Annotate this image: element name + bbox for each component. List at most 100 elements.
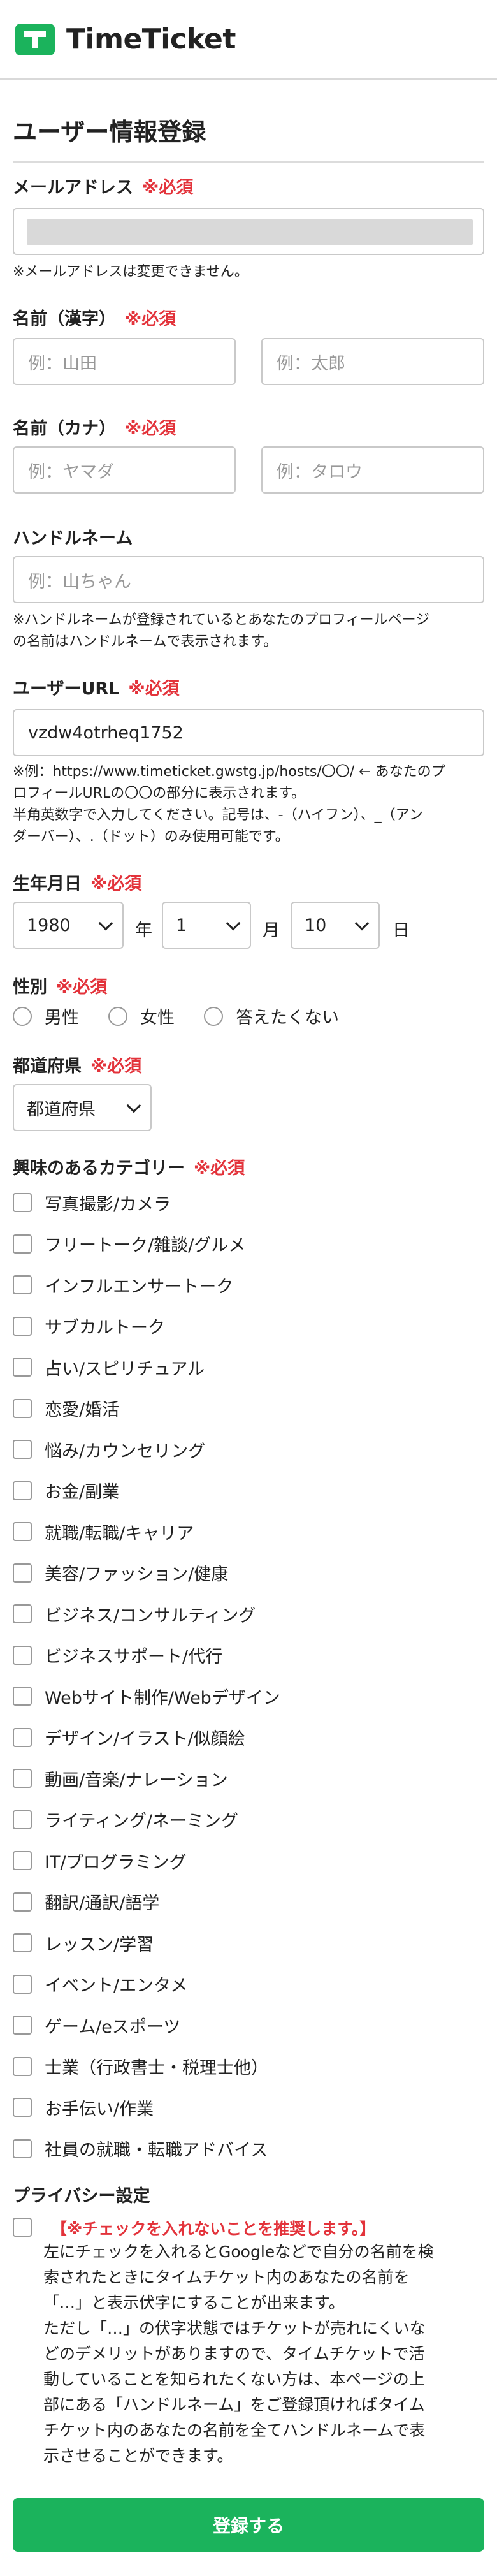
handle-label-text: ハンドルネーム (13, 529, 133, 548)
handle-input[interactable]: 例：山ちゃん (13, 556, 484, 603)
category-item[interactable]: お手伝い/作業 (13, 2095, 154, 2120)
birth-year-value: 1980 (27, 915, 71, 935)
category-item[interactable]: 動画/音楽/ナレーション (13, 1766, 228, 1791)
chevron-down-icon (126, 1098, 141, 1113)
gender-option-male[interactable]: 男性 (13, 1004, 79, 1028)
category-checkbox[interactable] (13, 1275, 32, 1294)
handle-note-1: ※ハンドルネームが登録されているとあなたのプロフィールページ (13, 612, 430, 628)
logo-text[interactable]: TimeTicket (66, 23, 236, 55)
radio-button[interactable] (204, 1006, 223, 1026)
last-name-kanji-input[interactable]: 例：山田 (13, 338, 236, 385)
gender-option-label: 答えたくない (236, 1008, 339, 1028)
birth-month-select[interactable]: 1 (162, 902, 251, 949)
category-item[interactable]: イベント/エンタメ (13, 1972, 187, 1997)
category-item[interactable]: 占い/スピリチュアル (13, 1354, 205, 1380)
category-checkbox[interactable] (13, 1687, 32, 1706)
category-item[interactable]: ライティング/ネーミング (13, 1807, 238, 1833)
category-checkbox[interactable] (13, 1440, 32, 1459)
month-unit: 月 (263, 921, 280, 940)
email-field[interactable] (13, 208, 484, 255)
category-checkbox[interactable] (13, 1810, 32, 1829)
category-checkbox[interactable] (13, 1193, 32, 1212)
category-checkbox[interactable] (13, 1851, 32, 1870)
email-label-text: メールアドレス (13, 178, 133, 198)
category-checkbox[interactable] (13, 1933, 32, 1952)
privacy-checkbox[interactable] (13, 2218, 32, 2237)
category-checkbox[interactable] (13, 1358, 32, 1377)
birth-year-select[interactable]: 1980 (13, 902, 124, 949)
category-label: インフルエンサートーク (45, 1277, 234, 1297)
radio-button[interactable] (13, 1006, 32, 1026)
required-mark: ※必須 (90, 1057, 142, 1076)
gender-option-no-answer[interactable]: 答えたくない (204, 1004, 339, 1028)
privacy-line: 示させることができます。 (43, 2447, 233, 2465)
category-item[interactable]: 恋愛/婚活 (13, 1396, 119, 1421)
category-label: お手伝い/作業 (45, 2099, 154, 2119)
category-item[interactable]: 社員の就職・転職アドバイス (13, 2136, 268, 2162)
user-url-note-4: ダーバー）、.（ドット）のみ使用可能です。 (13, 829, 289, 845)
category-item[interactable]: 悩み/カウンセリング (13, 1437, 205, 1462)
category-item[interactable]: インフルエンサートーク (13, 1272, 233, 1298)
category-checkbox[interactable] (13, 1727, 32, 1747)
prefecture-label-text: 都道府県 (13, 1057, 82, 1076)
user-url-note-2: ロフィールURLの〇〇の部分に表示されます。 (13, 786, 306, 801)
category-checkbox[interactable] (13, 1645, 32, 1665)
required-mark: ※必須 (56, 977, 108, 997)
birth-day-select[interactable]: 10 (291, 902, 380, 949)
user-url-input[interactable]: vzdw4otrheq1752 (13, 709, 484, 756)
category-label: 翻訳/通訳/語学 (45, 1894, 160, 1914)
category-checkbox[interactable] (13, 1769, 32, 1788)
category-item[interactable]: IT/プログラミング (13, 1848, 187, 1873)
category-item[interactable]: 就職/転職/キャリア (13, 1519, 194, 1544)
gender-option-label: 女性 (140, 1008, 175, 1028)
prefecture-select[interactable]: 都道府県 (13, 1084, 152, 1131)
category-checkbox[interactable] (13, 1481, 32, 1500)
category-label: 占い/スピリチュアル (45, 1359, 205, 1379)
category-checkbox[interactable] (13, 2056, 32, 2076)
category-label: 社員の就職・転職アドバイス (45, 2141, 268, 2160)
category-item[interactable]: ビジネスサポート/代行 (13, 1643, 222, 1668)
category-checkbox[interactable] (13, 1234, 32, 1254)
category-item[interactable]: Webサイト制作/Webデザイン (13, 1683, 280, 1709)
radio-button[interactable] (108, 1006, 127, 1026)
category-item[interactable]: フリートーク/雑談/グルメ (13, 1231, 245, 1257)
category-item[interactable]: 写真撮影/カメラ (13, 1190, 171, 1215)
category-checkbox[interactable] (13, 1398, 32, 1418)
last-name-kana-input[interactable]: 例：ヤマダ (13, 446, 236, 494)
category-item[interactable]: 美容/ファッション/健康 (13, 1560, 228, 1586)
category-checkbox[interactable] (13, 1522, 32, 1541)
required-mark: ※必須 (125, 309, 176, 329)
category-label: ライティング/ネーミング (45, 1811, 238, 1831)
first-name-kanji-input[interactable]: 例：太郎 (261, 338, 484, 385)
name-kana-label-text: 名前（カナ） (13, 419, 116, 439)
category-item[interactable]: 翻訳/通訳/語学 (13, 1889, 159, 1915)
category-item[interactable]: 士業（行政書士・税理士他） (13, 2054, 268, 2079)
category-item[interactable]: サブカルトーク (13, 1314, 165, 1339)
category-item[interactable]: ゲーム/eスポーツ (13, 2012, 180, 2038)
category-item[interactable]: デザイン/イラスト/似顔絵 (13, 1725, 245, 1750)
category-label: ビジネス/コンサルティング (45, 1606, 256, 1626)
category-item[interactable]: ビジネス/コンサルティング (13, 1601, 256, 1627)
name-kanji-label-text: 名前（漢字） (13, 309, 116, 329)
user-url-label-text: ユーザーURL (13, 679, 120, 699)
category-checkbox[interactable] (13, 2098, 32, 2117)
category-checkbox[interactable] (13, 1892, 32, 1912)
logo-icon[interactable] (15, 23, 55, 55)
day-unit: 日 (393, 921, 410, 940)
first-name-kana-input[interactable]: 例：タロウ (261, 446, 484, 494)
category-checkbox[interactable] (13, 1974, 32, 1994)
category-item[interactable]: お金/副業 (13, 1478, 119, 1504)
category-label: 恋愛/婚活 (45, 1400, 120, 1420)
category-checkbox[interactable] (13, 1604, 32, 1623)
category-item[interactable]: レッスン/学習 (13, 1930, 154, 1956)
email-note: ※メールアドレスは変更できません。 (13, 264, 248, 280)
category-checkbox[interactable] (13, 1563, 32, 1583)
category-label: 美容/ファッション/健康 (45, 1565, 229, 1584)
category-label: 士業（行政書士・税理士他） (45, 2058, 268, 2078)
category-checkbox[interactable] (13, 2016, 32, 2035)
gender-option-female[interactable]: 女性 (108, 1004, 175, 1028)
birth-month-value: 1 (176, 915, 187, 935)
category-checkbox[interactable] (13, 2139, 32, 2158)
submit-button[interactable]: 登録する (13, 2498, 484, 2552)
category-checkbox[interactable] (13, 1316, 32, 1336)
